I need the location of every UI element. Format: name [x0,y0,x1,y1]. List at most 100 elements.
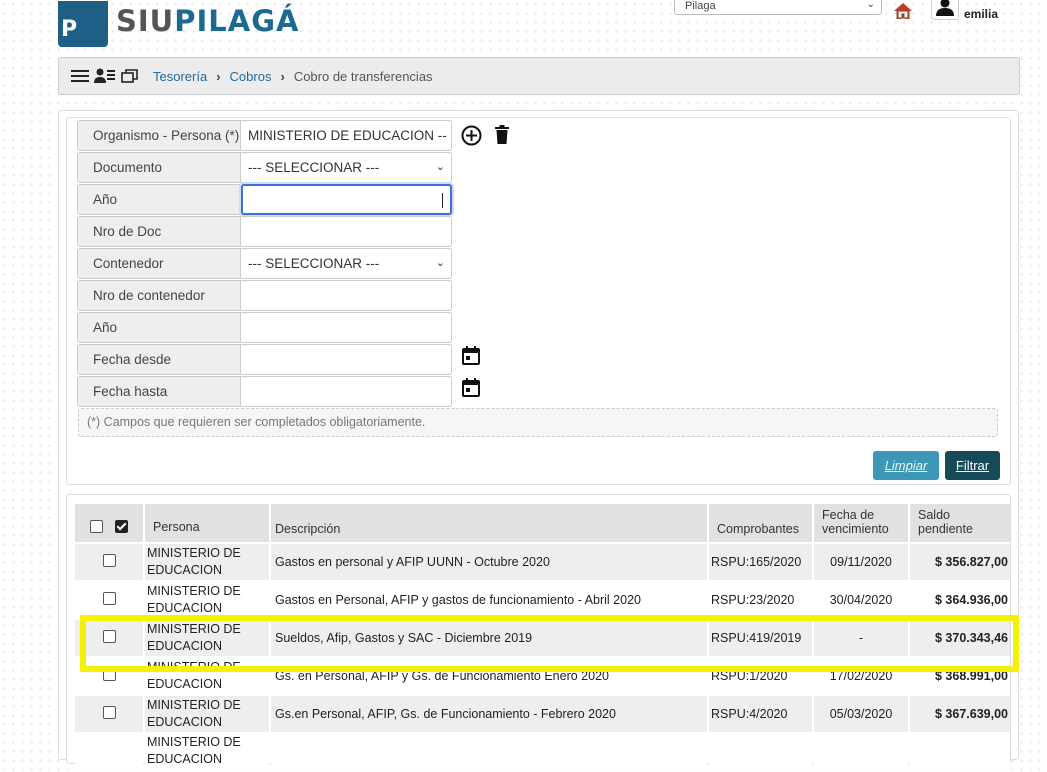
table-row[interactable]: MINISTERIO DE EDUCACION Gastos en person… [75,544,1010,580]
table-row[interactable]: MINISTERIO DE EDUCACION Sueldos, Afip, G… [75,620,1010,656]
system-select[interactable]: Pilaga ⌄ [674,0,882,15]
cell-descripcion: Gs. en Personal, AFIP y Gs. de Funcionam… [271,658,707,694]
cell-saldo: $ 368.991,00 [910,658,1010,694]
chevron-down-icon: ⌄ [866,0,875,10]
unselect-all-checkbox[interactable] [89,520,103,533]
user-avatar-button[interactable] [931,0,959,20]
user-list-icon[interactable] [94,68,116,84]
contenedor-select[interactable]: --- SELECCIONAR --- ⌄ [241,248,452,279]
cell-comprobantes: RSPU:4/2020 [709,696,812,732]
breadcrumb-bar: Tesorería › Cobros › Cobro de transferen… [58,57,1020,95]
anio-label: Año [77,184,241,215]
contenedor-label: Contenedor [77,248,241,279]
username[interactable]: emilia [964,7,998,21]
filter-row-fecha-hasta: Fecha hasta [77,376,452,407]
breadcrumb-current: Cobro de transferencias [293,68,433,84]
row-checkbox[interactable] [102,706,116,719]
chevron-right-icon: › [280,68,285,84]
cell-descripcion: Gastos en Personal, AFIP y gastos de fun… [271,582,707,618]
cell-persona: MINISTERIO DE EDUCACION [145,734,269,770]
cell-comprobantes: RSPU:165/2020 [709,544,812,580]
row-checkbox[interactable] [102,554,116,567]
nro-doc-label: Nro de Doc [77,216,241,247]
menu-icon[interactable] [71,69,89,83]
anio-input[interactable] [241,184,452,215]
select-all-checkbox[interactable] [115,520,129,533]
table-row[interactable]: MINISTERIO DE EDUCACION Gs.en Personal, … [75,696,1010,732]
anio-2-label: Año [77,312,241,343]
cell-descripcion: Gastos en personal y AFIP UUNN - Octubre… [271,544,707,580]
cell-persona: MINISTERIO DE EDUCACION [145,582,269,618]
cell-descripcion: Sueldos, Afip, Gastos y SAC - Diciembre … [271,620,707,656]
windows-icon[interactable] [121,69,139,83]
chevron-right-icon: › [216,68,221,84]
trash-icon[interactable] [494,125,510,147]
select-all-header [75,504,143,542]
cell-saldo: $ 356.827,00 [910,544,1010,580]
table-header-row: Persona Descripción Comprobantes Fecha d… [75,504,1010,542]
cell-comprobantes: RSPU:419/2019 [709,620,812,656]
header-saldo-pendiente[interactable]: Saldo pendiente [910,504,1010,542]
user-icon [936,0,954,16]
cell-fecha: 05/03/2020 [814,696,908,732]
header-persona[interactable]: Persona [145,504,269,542]
cell-comprobantes: RSPU:23/2020 [709,582,812,618]
chevron-down-icon: ⌄ [435,257,445,269]
cell-saldo: $ 367.639,00 [910,696,1010,732]
row-checkbox[interactable] [102,592,116,605]
filter-row-nro-doc: Nro de Doc [77,216,452,247]
cell-descripcion [271,734,707,770]
table-row[interactable]: MINISTERIO DE EDUCACION Gs. en Personal,… [75,658,1010,694]
logo-text: SIUPILAGÁ [116,4,300,38]
cell-persona: MINISTERIO DE EDUCACION [145,620,269,656]
breadcrumb-cobros[interactable]: Cobros [230,69,272,84]
documento-select[interactable]: --- SELECCIONAR --- ⌄ [241,152,452,183]
organismo-label: Organismo - Persona (*) [77,120,241,151]
home-icon[interactable] [893,2,913,23]
filter-row-contenedor: Contenedor --- SELECCIONAR --- ⌄ [77,248,452,279]
breadcrumb-tesoreria[interactable]: Tesorería [153,69,207,84]
cell-descripcion: Gs.en Personal, AFIP, Gs. de Funcionamie… [271,696,707,732]
nro-contenedor-input[interactable] [241,280,452,311]
filter-row-documento: Documento --- SELECCIONAR --- ⌄ [77,152,452,183]
fecha-desde-input[interactable] [241,344,452,375]
cell-saldo [910,734,1010,770]
cell-fecha: - [814,620,908,656]
nro-doc-input[interactable] [241,216,452,247]
clear-button[interactable]: Limpiar [873,451,939,480]
header-fecha-vencimiento[interactable]: Fecha de vencimiento [814,504,908,542]
cell-fecha: 09/11/2020 [814,544,908,580]
fecha-hasta-label: Fecha hasta [77,376,241,407]
fecha-desde-label: Fecha desde [77,344,241,375]
row-checkbox[interactable] [102,668,116,681]
documento-label: Documento [77,152,241,183]
filter-row-anio: Año [77,184,452,215]
table-row[interactable]: MINISTERIO DE EDUCACION Gastos en Person… [75,582,1010,618]
filter-row-nro-contenedor: Nro de contenedor [77,280,452,311]
header-descripcion[interactable]: Descripción [271,504,707,542]
filter-button[interactable]: Filtrar [945,451,1000,480]
row-checkbox[interactable] [102,630,116,643]
cell-fecha: 17/02/2020 [814,658,908,694]
required-fields-note: (*) Campos que requieren ser completados… [78,408,998,437]
cell-persona: MINISTERIO DE EDUCACION [145,544,269,580]
chevron-down-icon: ⌄ [435,161,445,173]
cell-fecha: 30/04/2020 [814,582,908,618]
fecha-hasta-input[interactable] [241,376,452,407]
header-comprobantes[interactable]: Comprobantes [709,504,812,542]
add-circle-icon[interactable] [461,125,482,149]
app-logo[interactable]: P SIUPILAGÁ [58,0,299,48]
cell-saldo: $ 370.343,46 [910,620,1010,656]
results-table: Persona Descripción Comprobantes Fecha d… [73,502,1012,772]
calendar-icon[interactable] [462,346,480,368]
cell-persona: MINISTERIO DE EDUCACION [145,696,269,732]
table-row[interactable]: MINISTERIO DE EDUCACION [75,734,1010,770]
cell-saldo: $ 364.936,00 [910,582,1010,618]
calendar-icon[interactable] [462,378,480,400]
logo-mark: P [58,1,108,47]
anio-2-input[interactable] [241,312,452,343]
cell-comprobantes [709,734,812,770]
organismo-input[interactable]: MINISTERIO DE EDUCACION -- 3 [241,120,452,151]
nro-contenedor-label: Nro de contenedor [77,280,241,311]
filter-row-organismo: Organismo - Persona (*) MINISTERIO DE ED… [77,120,452,151]
